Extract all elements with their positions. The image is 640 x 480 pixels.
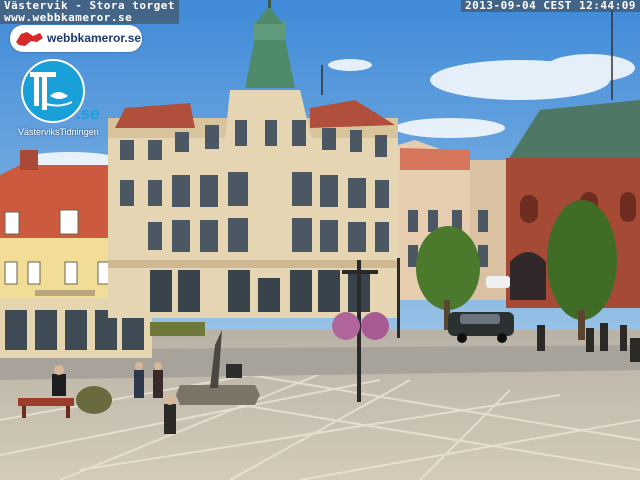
webcam-view: Västervik - Stora torget www.webbkameror… (0, 0, 640, 480)
vastervikstidningen-logo: .se VästerviksTidningen (18, 58, 108, 140)
sign-post (397, 258, 400, 338)
vt-logo-suffix: .se (76, 104, 100, 123)
bench (18, 398, 74, 406)
capture-timestamp: 2013-09-04 CEST 12:44:09 (461, 0, 640, 12)
webbkameror-logo: webbkameror.se (10, 25, 142, 52)
sweden-map-icon (16, 32, 43, 46)
info-board (226, 364, 242, 378)
vt-logo-caption: VästerviksTidningen (18, 127, 99, 137)
camera-location-title: Västervik - Stora torget www.webbkameror… (0, 0, 179, 24)
white-car (486, 276, 510, 288)
flower-pot (76, 386, 112, 414)
planter-boxes (150, 322, 205, 336)
webbkameror-logo-text: webbkameror.se (47, 31, 142, 45)
